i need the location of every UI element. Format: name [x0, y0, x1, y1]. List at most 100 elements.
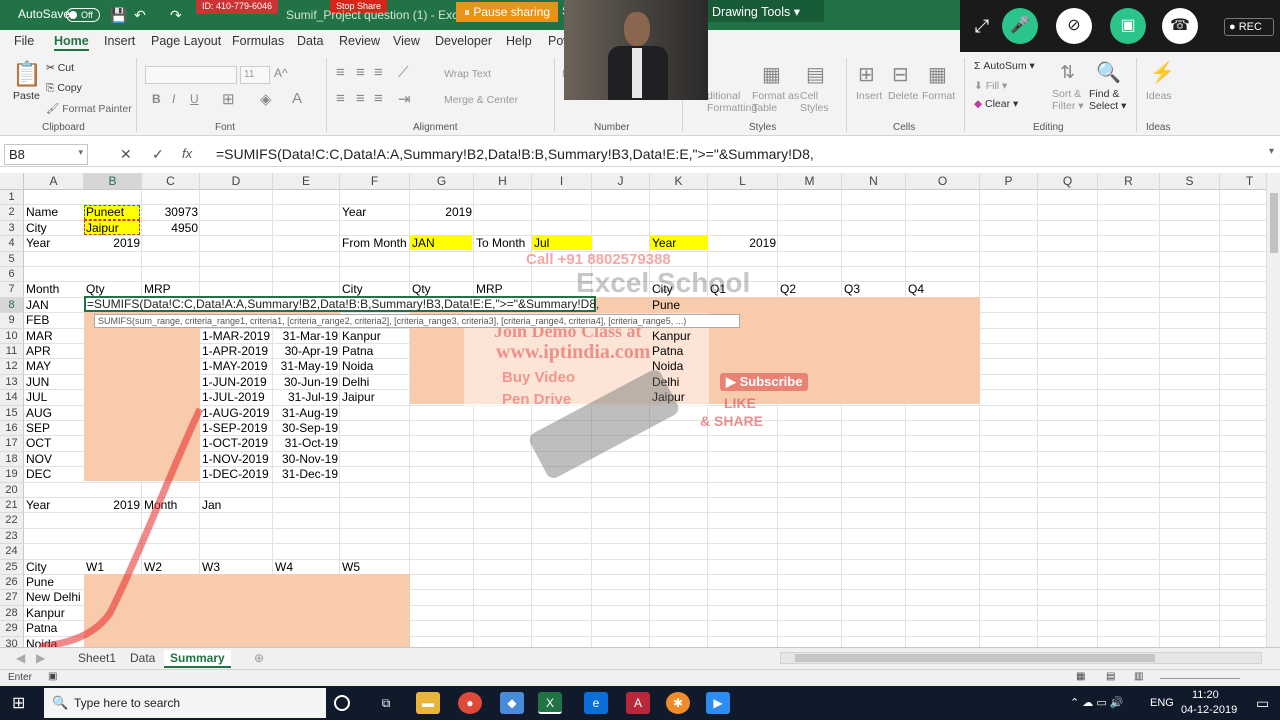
cell-k11[interactable]: Patna — [650, 344, 710, 359]
paint-icon[interactable]: ✱ — [666, 692, 690, 714]
column-header-h[interactable]: H — [474, 173, 532, 190]
cell-i4[interactable]: Jul — [532, 236, 592, 251]
cell-d13[interactable]: 1-JUN-2019 — [200, 375, 273, 390]
cell-h4[interactable]: To Month — [474, 236, 534, 251]
horizontal-scrollbar[interactable] — [780, 652, 1262, 664]
font-name-box[interactable] — [145, 66, 237, 84]
cell-a8[interactable]: JAN — [24, 298, 84, 313]
sort-filter-button[interactable]: Sort & Filter ▾ — [1052, 88, 1084, 112]
row-header-26[interactable]: 26 — [0, 575, 24, 591]
ideas-button[interactable]: Ideas — [1146, 90, 1172, 102]
indent-icon[interactable]: ⇥ — [398, 90, 411, 108]
page-break-view-icon[interactable]: ▥ — [1134, 671, 1143, 682]
cell-b25[interactable]: W1 — [84, 560, 144, 575]
tab-view[interactable]: View — [393, 34, 420, 48]
cell-e15[interactable]: 31-Aug-19 — [273, 406, 340, 421]
expand-icon[interactable]: ⤢ — [964, 8, 1000, 44]
cell-a14[interactable]: JUL — [24, 390, 84, 405]
cancel-icon[interactable]: ✕ — [120, 146, 132, 163]
cell-a15[interactable]: AUG — [24, 406, 84, 421]
column-header-m[interactable]: M — [778, 173, 842, 190]
notification-icon[interactable]: ▭ — [1256, 695, 1269, 712]
zoom-app-icon[interactable]: ▶ — [706, 692, 730, 714]
row-header-3[interactable]: 3 — [0, 220, 24, 237]
grow-font-icon[interactable]: A^ — [274, 66, 288, 80]
cell-a7[interactable]: Month — [24, 282, 84, 297]
cell-a30[interactable]: Noida — [24, 637, 84, 647]
row-header-1[interactable]: 1 — [0, 190, 24, 206]
cell-f25[interactable]: W5 — [340, 560, 410, 575]
column-header-s[interactable]: S — [1160, 173, 1220, 190]
row-header-25[interactable]: 25 — [0, 559, 24, 575]
fill-button[interactable]: ⬇ Fill ▾ — [974, 80, 1007, 92]
cell-c25[interactable]: W2 — [142, 560, 202, 575]
zoom-slider[interactable] — [1160, 678, 1240, 679]
cell-a3[interactable]: City — [24, 221, 84, 236]
cell-k8[interactable]: Pune — [650, 298, 710, 313]
clock-time[interactable]: 11:20 — [1192, 689, 1219, 701]
cell-g4[interactable]: JAN — [410, 236, 474, 251]
taskbar-search[interactable]: 🔍 Type here to search — [44, 688, 326, 718]
row-header-22[interactable]: 22 — [0, 513, 24, 529]
redo-icon[interactable]: ↷ — [170, 7, 182, 24]
end-call-icon[interactable]: ☎ — [1162, 8, 1198, 44]
lightbulb-icon[interactable]: ⚡ — [1150, 60, 1175, 85]
row-header-11[interactable]: 11 — [0, 344, 24, 360]
cell-styles-button[interactable]: Cell Styles — [800, 90, 829, 114]
orientation-icon[interactable]: ⟋ — [398, 64, 409, 81]
save-icon[interactable]: 💾 — [110, 7, 127, 24]
cortana-icon[interactable] — [334, 695, 350, 711]
insert-function-icon[interactable]: fx — [182, 146, 192, 161]
column-header-d[interactable]: D — [200, 173, 273, 190]
row-header-15[interactable]: 15 — [0, 405, 24, 421]
column-header-i[interactable]: I — [532, 173, 592, 190]
row-header-14[interactable]: 14 — [0, 390, 24, 406]
row-header-21[interactable]: 21 — [0, 498, 24, 514]
pause-sharing-button[interactable]: ⏸ Pause sharing — [456, 2, 559, 22]
add-sheet-icon[interactable]: ⊕ — [248, 650, 270, 668]
align-top-icon[interactable]: ≡ — [336, 64, 345, 81]
video-off-icon[interactable]: ⊘ — [1056, 8, 1092, 44]
cell-a26[interactable]: Pune — [24, 575, 84, 590]
task-view-icon[interactable]: ⧉ — [374, 692, 398, 714]
cell-k10[interactable]: Kanpur — [650, 329, 710, 344]
cell-a2[interactable]: Name — [24, 205, 84, 220]
cell-d16[interactable]: 1-SEP-2019 — [200, 421, 273, 436]
row-header-16[interactable]: 16 — [0, 421, 24, 437]
vertical-scroll-thumb[interactable] — [1270, 193, 1278, 253]
delete-cells-icon[interactable]: ⊟ — [892, 62, 909, 87]
row-header-24[interactable]: 24 — [0, 544, 24, 560]
cell-k7[interactable]: City — [650, 282, 710, 297]
tab-data[interactable]: Data — [297, 34, 323, 48]
column-header-g[interactable]: G — [410, 173, 474, 190]
format-cells-button[interactable]: Format — [922, 90, 955, 102]
cell-f10[interactable]: Kanpur — [340, 329, 410, 344]
language-indicator[interactable]: ENG — [1150, 697, 1174, 709]
cell-l7[interactable]: Q1 — [708, 282, 778, 297]
paste-button[interactable]: Paste — [13, 90, 40, 102]
search-icon[interactable]: 🔍 — [1096, 60, 1121, 85]
cell-a28[interactable]: Kanpur — [24, 606, 84, 621]
clear-button[interactable]: ◆ Clear ▾ — [974, 98, 1018, 110]
page-layout-view-icon[interactable]: ▤ — [1106, 671, 1115, 682]
sheet-tab-data[interactable]: Data — [124, 650, 161, 668]
app-icon[interactable]: ◆ — [500, 692, 524, 714]
italic-button[interactable]: I — [172, 92, 175, 106]
edge-icon[interactable]: e — [584, 692, 608, 714]
cell-d25[interactable]: W3 — [200, 560, 273, 575]
prev-sheet-icon[interactable]: ◀ — [10, 650, 31, 668]
cell-g2[interactable]: 2019 — [410, 205, 474, 220]
row-header-9[interactable]: 9 — [0, 313, 24, 329]
underline-button[interactable]: U — [190, 92, 199, 106]
cell-d21[interactable]: Jan — [200, 498, 273, 513]
cell-a10[interactable]: MAR — [24, 329, 84, 344]
row-header-10[interactable]: 10 — [0, 328, 24, 344]
cell-c2[interactable]: 30973 — [142, 205, 200, 220]
cell-a19[interactable]: DEC — [24, 467, 84, 482]
row-header-30[interactable]: 30 — [0, 636, 24, 647]
row-header-2[interactable]: 2 — [0, 205, 24, 221]
cell-a9[interactable]: FEB — [24, 313, 84, 328]
cell-editor-b8[interactable]: =SUMIFS(Data!C:C,Data!A:A,Summary!B2,Dat… — [84, 296, 599, 312]
fill-color-icon[interactable]: ◈ — [260, 90, 272, 108]
cell-e25[interactable]: W4 — [273, 560, 340, 575]
